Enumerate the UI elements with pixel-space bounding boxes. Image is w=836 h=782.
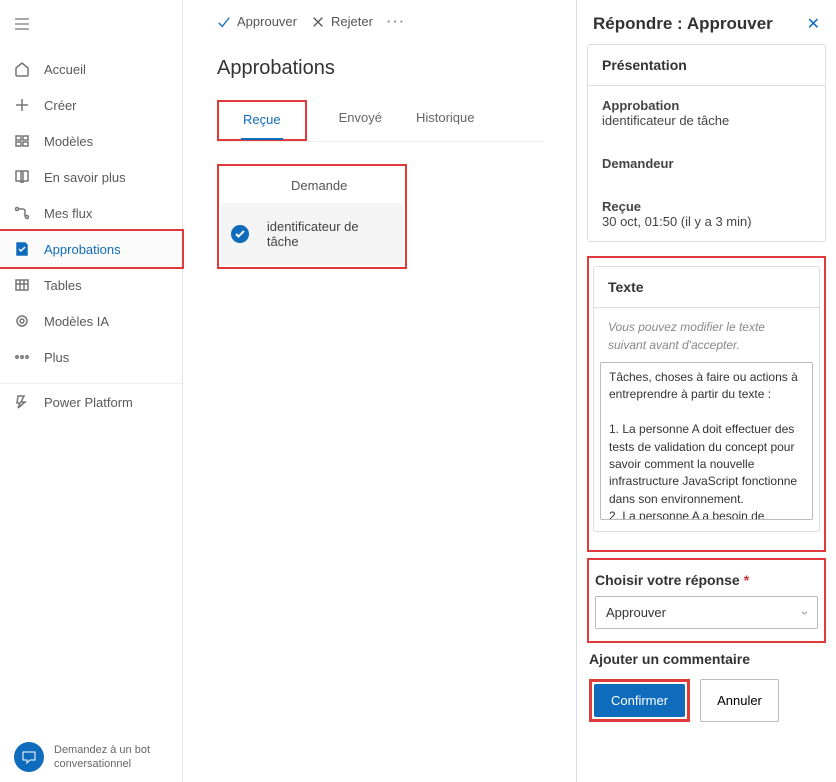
templates-icon: [14, 133, 30, 149]
cancel-button[interactable]: Annuler: [700, 679, 779, 722]
sidebar-item-approbations[interactable]: Approbations: [0, 231, 182, 267]
more-icon: [14, 349, 30, 365]
sidebar-item-flows[interactable]: Mes flux: [0, 195, 182, 231]
sidebar-item-label: Approbations: [44, 242, 121, 257]
helper-text: Vous pouvez modifier le texte suivant av…: [594, 308, 819, 362]
page-title: Approbations: [217, 57, 542, 80]
presentation-card: Présentation Approbation identificateur …: [587, 44, 826, 242]
text-header: Texte: [594, 267, 819, 308]
chevron-down-icon: ›: [798, 611, 812, 615]
requester-label: Demandeur: [602, 156, 811, 171]
sidebar-item-label: Modèles IA: [44, 314, 109, 329]
request-column-header: Demande: [221, 168, 403, 203]
request-row[interactable]: identificateur de tâche: [221, 203, 403, 265]
response-textarea[interactable]: [600, 362, 813, 520]
home-icon: [14, 61, 30, 77]
request-label: identificateur de tâche: [267, 219, 393, 249]
chatbot-text: Demandez à un bot conversationnel: [54, 743, 150, 772]
chatbot-icon: [14, 742, 44, 772]
chatbot-prompt[interactable]: Demandez à un bot conversationnel: [0, 732, 182, 782]
choice-label: Choisir votre réponse*: [593, 564, 820, 596]
presentation-header: Présentation: [588, 45, 825, 86]
text-card: Texte Vous pouvez modifier le texte suiv…: [593, 266, 820, 532]
plus-icon: [14, 97, 30, 113]
panel-footer: Confirmer Annuler: [587, 671, 826, 726]
sidebar-item-label: Mes flux: [44, 206, 92, 221]
sidebar-item-label: Plus: [44, 350, 69, 365]
approve-action[interactable]: Approuver: [217, 14, 297, 29]
selected-check-icon: [231, 225, 249, 243]
hamburger-menu[interactable]: [0, 8, 182, 43]
confirm-button[interactable]: Confirmer: [594, 684, 685, 717]
overflow-menu[interactable]: ···: [387, 14, 406, 29]
book-icon: [14, 169, 30, 185]
table-icon: [14, 277, 30, 293]
response-select[interactable]: Approuver ›: [595, 596, 818, 629]
sidebar-item-label: Accueil: [44, 62, 86, 77]
x-icon: [311, 15, 325, 29]
flow-icon: [14, 205, 30, 221]
approval-value: identificateur de tâche: [602, 113, 811, 128]
main-content: Approuver Rejeter ··· Approbations Reçue…: [183, 0, 576, 782]
response-panel: Répondre : Approuver ✕ Présentation Appr…: [576, 0, 836, 782]
tab-sent[interactable]: Envoyé: [337, 100, 384, 141]
select-value: Approuver: [606, 605, 666, 620]
sidebar-item-label: Créer: [44, 98, 77, 113]
sidebar-item-label: Tables: [44, 278, 82, 293]
close-icon[interactable]: ✕: [807, 14, 820, 34]
tab-history[interactable]: Historique: [414, 100, 477, 141]
sidebar-item-creer[interactable]: Créer: [0, 87, 182, 123]
ai-icon: [14, 313, 30, 329]
action-bar: Approuver Rejeter ···: [217, 14, 542, 29]
check-icon: [217, 15, 231, 29]
sidebar-item-accueil[interactable]: Accueil: [0, 51, 182, 87]
sidebar-item-label: Power Platform: [44, 395, 133, 410]
panel-title: Répondre : Approuver: [593, 14, 773, 34]
sidebar-item-modeles[interactable]: Modèles: [0, 123, 182, 159]
sidebar-item-ai[interactable]: Modèles IA: [0, 303, 182, 339]
sidebar: Accueil Créer Modèles En savoir plus Mes…: [0, 0, 183, 782]
sidebar-item-more[interactable]: Plus: [0, 339, 182, 375]
approval-icon: [14, 241, 30, 257]
reject-action[interactable]: Rejeter: [311, 14, 373, 29]
approval-label: Approbation: [602, 98, 811, 113]
tab-received[interactable]: Reçue: [241, 102, 283, 139]
sidebar-item-tables[interactable]: Tables: [0, 267, 182, 303]
sidebar-item-power-platform[interactable]: Power Platform: [0, 384, 182, 420]
sidebar-item-label: En savoir plus: [44, 170, 126, 185]
sidebar-item-label: Modèles: [44, 134, 93, 149]
power-platform-icon: [14, 394, 30, 410]
tabs: Reçue Envoyé Historique: [217, 100, 542, 142]
comment-label: Ajouter un commentaire: [587, 643, 826, 671]
received-label: Reçue: [602, 199, 811, 214]
received-value: 30 oct, 01:50 (il y a 3 min): [602, 214, 811, 229]
sidebar-item-learn[interactable]: En savoir plus: [0, 159, 182, 195]
